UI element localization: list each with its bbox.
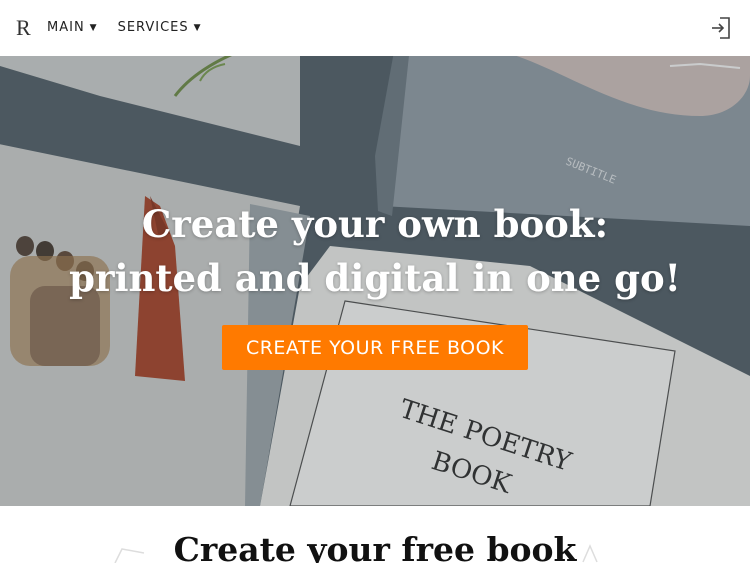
nav-item-main-label: MAIN (47, 20, 85, 35)
section-title: Create your free book (173, 530, 577, 563)
hero-title-line2: printed and digital in one go! (69, 256, 681, 300)
brand-logo[interactable]: R (16, 15, 31, 41)
chevron-down-icon: ▼ (89, 23, 98, 33)
nav-item-main[interactable]: MAIN ▼ (47, 19, 98, 37)
hero-title-line1: Create your own book: (141, 202, 609, 246)
top-navigation-bar: R MAIN ▼ SERVICES ▼ (0, 0, 750, 56)
main-nav: MAIN ▼ SERVICES ▼ (47, 19, 202, 37)
nav-item-services-label: SERVICES (117, 20, 189, 35)
chevron-down-icon: ▼ (193, 23, 202, 33)
sign-in-icon (712, 17, 730, 39)
login-button[interactable] (710, 16, 732, 40)
nav-item-services[interactable]: SERVICES ▼ (118, 19, 202, 37)
hero-section: SUBTITLE THE POETRY BOOK Create your own… (0, 56, 750, 506)
pen-outline-icon (582, 544, 598, 563)
create-free-book-button[interactable]: CREATE YOUR FREE BOOK (222, 325, 528, 370)
